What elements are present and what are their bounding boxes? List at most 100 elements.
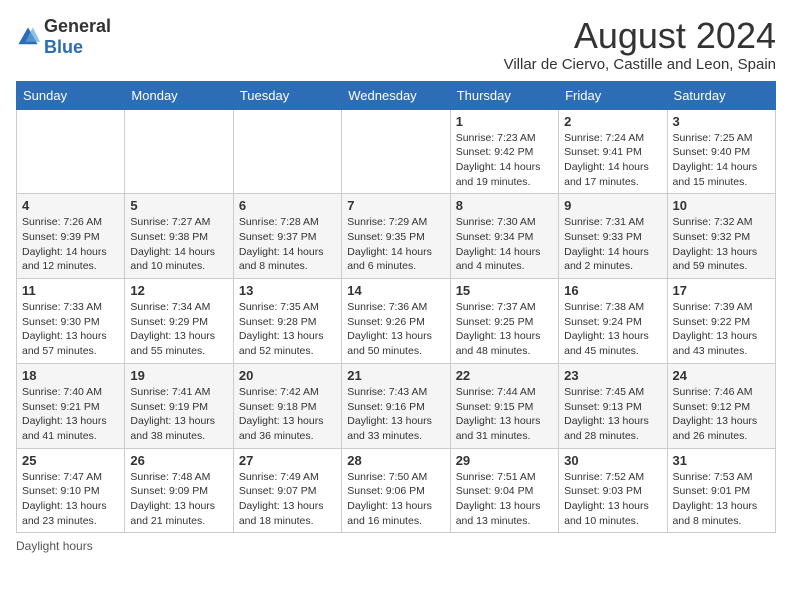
day-info: Sunrise: 7:27 AMSunset: 9:38 PMDaylight:… — [130, 215, 227, 274]
calendar-cell: 27 Sunrise: 7:49 AMSunset: 9:07 PMDayligh… — [233, 448, 341, 533]
calendar-cell: 13Sunrise: 7:35 AMSunset: 9:28 PMDayligh… — [233, 279, 341, 364]
day-number: 2 — [564, 114, 661, 129]
calendar-cell: 14Sunrise: 7:36 AMSunset: 9:26 PMDayligh… — [342, 279, 450, 364]
day-number: 28 — [347, 453, 444, 468]
calendar-cell: 18Sunrise: 7:40 AMSunset: 9:21 PMDayligh… — [17, 363, 125, 448]
logo-general: General — [44, 16, 111, 36]
header-row: SundayMondayTuesdayWednesdayThursdayFrid… — [17, 81, 776, 109]
calendar-cell: 9 Sunrise: 7:31 AMSunset: 9:33 PMDaylight… — [559, 194, 667, 279]
day-number: 26 — [130, 453, 227, 468]
title-area: August 2024 Villar de Ciervo, Castille a… — [504, 16, 776, 73]
day-number: 29 — [456, 453, 553, 468]
day-number: 19 — [130, 368, 227, 383]
day-info: Sunrise: 7:53 AMSunset: 9:01 PMDaylight:… — [673, 470, 770, 529]
calendar-table: SundayMondayTuesdayWednesdayThursdayFrid… — [16, 81, 776, 534]
calendar-cell — [233, 109, 341, 194]
day-number: 17 — [673, 283, 770, 298]
calendar-cell: 24Sunrise: 7:46 AMSunset: 9:12 PMDayligh… — [667, 363, 775, 448]
calendar-cell: 15Sunrise: 7:37 AMSunset: 9:25 PMDayligh… — [450, 279, 558, 364]
day-info: Sunrise: 7:52 AMSunset: 9:03 PMDaylight:… — [564, 470, 661, 529]
day-number: 4 — [22, 198, 119, 213]
header-day-wednesday: Wednesday — [342, 81, 450, 109]
day-number: 16 — [564, 283, 661, 298]
week-row-1: 1 Sunrise: 7:23 AMSunset: 9:42 PMDaylight… — [17, 109, 776, 194]
day-info: Sunrise: 7:47 AMSunset: 9:10 PMDaylight:… — [22, 470, 119, 529]
day-number: 1 — [456, 114, 553, 129]
day-info: Sunrise: 7:28 AMSunset: 9:37 PMDaylight:… — [239, 215, 336, 274]
calendar-cell — [125, 109, 233, 194]
day-info: Sunrise: 7:33 AMSunset: 9:30 PMDaylight:… — [22, 300, 119, 359]
calendar-cell: 29 Sunrise: 7:51 AMSunset: 9:04 PMDayligh… — [450, 448, 558, 533]
day-info: Sunrise: 7:25 AMSunset: 9:40 PMDaylight:… — [673, 131, 770, 190]
subtitle: Villar de Ciervo, Castille and Leon, Spa… — [504, 56, 776, 73]
day-number: 25 — [22, 453, 119, 468]
header-day-friday: Friday — [559, 81, 667, 109]
day-info: Sunrise: 7:23 AMSunset: 9:42 PMDaylight:… — [456, 131, 553, 190]
calendar-cell: 20Sunrise: 7:42 AMSunset: 9:18 PMDayligh… — [233, 363, 341, 448]
day-number: 6 — [239, 198, 336, 213]
calendar-cell: 19 Sunrise: 7:41 AMSunset: 9:19 PMDayligh… — [125, 363, 233, 448]
header-day-sunday: Sunday — [17, 81, 125, 109]
day-info: Sunrise: 7:44 AMSunset: 9:15 PMDaylight:… — [456, 385, 553, 444]
week-row-3: 11Sunrise: 7:33 AMSunset: 9:30 PMDayligh… — [17, 279, 776, 364]
day-info: Sunrise: 7:34 AMSunset: 9:29 PMDaylight:… — [130, 300, 227, 359]
logo: General Blue — [16, 16, 111, 58]
day-number: 21 — [347, 368, 444, 383]
day-info: Sunrise: 7:38 AMSunset: 9:24 PMDaylight:… — [564, 300, 661, 359]
header: General Blue August 2024 Villar de Cierv… — [16, 16, 776, 73]
day-info: Sunrise: 7:46 AMSunset: 9:12 PMDaylight:… — [673, 385, 770, 444]
calendar-cell: 11Sunrise: 7:33 AMSunset: 9:30 PMDayligh… — [17, 279, 125, 364]
header-day-monday: Monday — [125, 81, 233, 109]
day-info: Sunrise: 7:26 AMSunset: 9:39 PMDaylight:… — [22, 215, 119, 274]
day-number: 12 — [130, 283, 227, 298]
day-number: 20 — [239, 368, 336, 383]
calendar-cell: 16 Sunrise: 7:38 AMSunset: 9:24 PMDayligh… — [559, 279, 667, 364]
calendar-cell: 8Sunrise: 7:30 AMSunset: 9:34 PMDaylight… — [450, 194, 558, 279]
day-info: Sunrise: 7:41 AMSunset: 9:19 PMDaylight:… — [130, 385, 227, 444]
calendar-cell: 22 Sunrise: 7:44 AMSunset: 9:15 PMDayligh… — [450, 363, 558, 448]
day-number: 3 — [673, 114, 770, 129]
logo-icon — [16, 25, 40, 49]
calendar-cell: 1 Sunrise: 7:23 AMSunset: 9:42 PMDaylight… — [450, 109, 558, 194]
day-number: 27 — [239, 453, 336, 468]
calendar-cell: 25 Sunrise: 7:47 AMSunset: 9:10 PMDayligh… — [17, 448, 125, 533]
header-day-saturday: Saturday — [667, 81, 775, 109]
calendar-cell: 26Sunrise: 7:48 AMSunset: 9:09 PMDayligh… — [125, 448, 233, 533]
calendar-cell: 31Sunrise: 7:53 AMSunset: 9:01 PMDayligh… — [667, 448, 775, 533]
main-title: August 2024 — [504, 16, 776, 56]
week-row-5: 25 Sunrise: 7:47 AMSunset: 9:10 PMDayligh… — [17, 448, 776, 533]
calendar-body: 1 Sunrise: 7:23 AMSunset: 9:42 PMDaylight… — [17, 109, 776, 533]
day-info: Sunrise: 7:51 AMSunset: 9:04 PMDaylight:… — [456, 470, 553, 529]
day-number: 22 — [456, 368, 553, 383]
calendar-cell: 4 Sunrise: 7:26 AMSunset: 9:39 PMDaylight… — [17, 194, 125, 279]
week-row-4: 18Sunrise: 7:40 AMSunset: 9:21 PMDayligh… — [17, 363, 776, 448]
calendar-cell: 2 Sunrise: 7:24 AMSunset: 9:41 PMDaylight… — [559, 109, 667, 194]
footer-note: Daylight hours — [16, 539, 776, 553]
day-info: Sunrise: 7:30 AMSunset: 9:34 PMDaylight:… — [456, 215, 553, 274]
day-number: 15 — [456, 283, 553, 298]
day-info: Sunrise: 7:49 AMSunset: 9:07 PMDaylight:… — [239, 470, 336, 529]
day-number: 5 — [130, 198, 227, 213]
calendar-cell: 17Sunrise: 7:39 AMSunset: 9:22 PMDayligh… — [667, 279, 775, 364]
day-number: 23 — [564, 368, 661, 383]
calendar-cell: 21Sunrise: 7:43 AMSunset: 9:16 PMDayligh… — [342, 363, 450, 448]
calendar-cell: 23Sunrise: 7:45 AMSunset: 9:13 PMDayligh… — [559, 363, 667, 448]
day-number: 30 — [564, 453, 661, 468]
day-info: Sunrise: 7:36 AMSunset: 9:26 PMDaylight:… — [347, 300, 444, 359]
calendar-cell: 28Sunrise: 7:50 AMSunset: 9:06 PMDayligh… — [342, 448, 450, 533]
header-day-thursday: Thursday — [450, 81, 558, 109]
day-info: Sunrise: 7:24 AMSunset: 9:41 PMDaylight:… — [564, 131, 661, 190]
calendar-cell: 5 Sunrise: 7:27 AMSunset: 9:38 PMDaylight… — [125, 194, 233, 279]
calendar-cell: 6 Sunrise: 7:28 AMSunset: 9:37 PMDaylight… — [233, 194, 341, 279]
day-number: 7 — [347, 198, 444, 213]
calendar-cell — [17, 109, 125, 194]
day-number: 9 — [564, 198, 661, 213]
logo-text: General Blue — [44, 16, 111, 58]
day-number: 13 — [239, 283, 336, 298]
day-number: 10 — [673, 198, 770, 213]
calendar-cell — [342, 109, 450, 194]
day-info: Sunrise: 7:31 AMSunset: 9:33 PMDaylight:… — [564, 215, 661, 274]
logo-blue: Blue — [44, 37, 83, 57]
day-info: Sunrise: 7:40 AMSunset: 9:21 PMDaylight:… — [22, 385, 119, 444]
day-info: Sunrise: 7:32 AMSunset: 9:32 PMDaylight:… — [673, 215, 770, 274]
